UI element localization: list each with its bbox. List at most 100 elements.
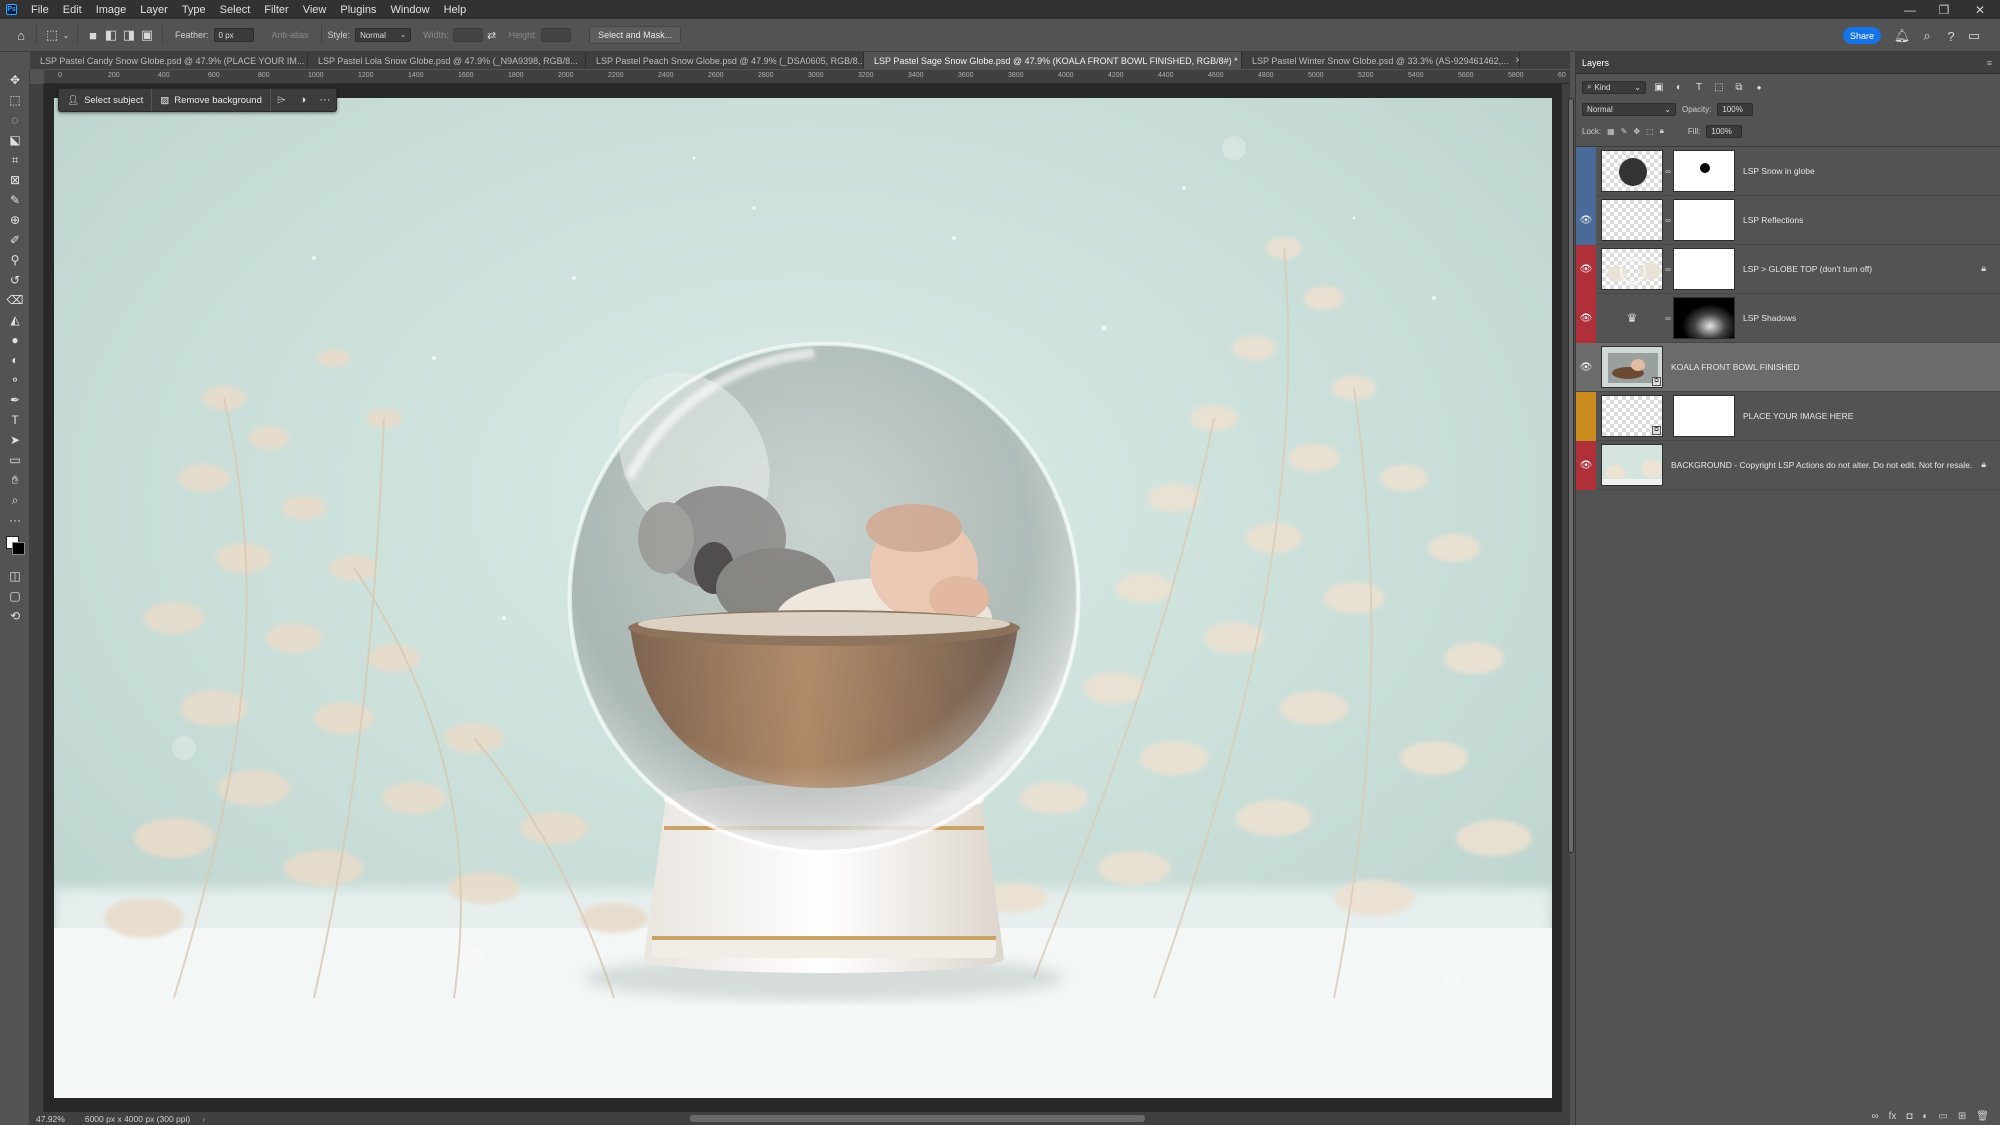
restore-icon[interactable]: ❐ — [1930, 0, 1958, 19]
document-image[interactable] — [54, 98, 1552, 1098]
type-tool-icon[interactable]: T — [0, 410, 30, 430]
visibility-toggle[interactable] — [1576, 391, 1596, 441]
layer-name[interactable]: LSP Reflections — [1743, 215, 1803, 225]
layer-row-snow-in-globe[interactable]: ∞ LSP Snow in globe — [1576, 146, 2000, 196]
trash-icon[interactable]: 🗑︎ — [1976, 1111, 1989, 1122]
smart-object-filter-icon[interactable]: ⧉ — [1732, 80, 1746, 94]
tab-winter[interactable]: LSP Pastel Winter Snow Globe.psd @ 33.3%… — [1242, 52, 1520, 69]
layer-row-shadows[interactable]: 👁︎ ♛ ∞ LSP Shadows — [1576, 293, 2000, 343]
frame-tool-icon[interactable]: ⊠ — [0, 170, 30, 190]
adjustment-filter-icon[interactable]: ◐ — [1672, 80, 1686, 94]
menu-layer[interactable]: Layer — [133, 4, 175, 16]
group-folder-icon[interactable]: ▭ — [1938, 1111, 1947, 1122]
layer-mask-thumbnail[interactable] — [1673, 395, 1735, 437]
intersect-selection-icon[interactable]: ▣ — [138, 26, 156, 44]
menu-window[interactable]: Window — [383, 4, 436, 16]
layer-mask-thumbnail[interactable] — [1673, 248, 1735, 290]
more-tools-icon[interactable]: ··· — [0, 510, 30, 530]
screen-mode-icon[interactable]: ▢ — [0, 586, 30, 606]
layer-row-background[interactable]: 👁︎ BACKGROUND - Copyright LSP Actions do… — [1576, 440, 2000, 490]
zoom-level[interactable]: 47.92% — [36, 1114, 65, 1124]
zoom-tool-icon[interactable]: ⌕ — [0, 490, 30, 510]
layer-row-globe-top[interactable]: 👁︎ ∞ LSP > GLOBE TOP (don't turn off) 🔒︎ — [1576, 244, 2000, 294]
paint-bucket-tool-icon[interactable]: ◭ — [0, 310, 30, 330]
layer-name[interactable]: PLACE YOUR IMAGE HERE — [1743, 411, 1853, 421]
lock-all-icon[interactable]: 🔒︎ — [1660, 126, 1664, 136]
document-info[interactable]: 6000 px x 4000 px (300 ppi) — [85, 1114, 190, 1124]
swap-icon[interactable]: ⇄ — [483, 26, 501, 44]
opacity-input[interactable]: 100% — [1717, 102, 1754, 116]
layer-row-place-image[interactable]: ⧉ ∞ PLACE YOUR IMAGE HERE — [1576, 391, 2000, 441]
scrollbar-thumb[interactable] — [1568, 98, 1574, 853]
marquee-tool-icon[interactable]: ⬚ — [0, 90, 30, 110]
menu-edit[interactable]: Edit — [56, 4, 89, 16]
pen-tool-icon[interactable]: ✒ — [0, 390, 30, 410]
close-icon[interactable]: ✕ — [1966, 0, 1994, 19]
blur-tool-icon[interactable]: ● — [0, 330, 30, 350]
canvas-area[interactable]: 👤︎ Select subject ▨ Remove background ⌲ ◑ … — [44, 84, 1570, 1112]
move-tool-icon[interactable]: ✥ — [0, 70, 30, 90]
menu-filter[interactable]: Filter — [257, 4, 295, 16]
select-and-mask-button[interactable]: Select and Mask... — [589, 26, 682, 44]
height-input[interactable] — [541, 28, 572, 42]
layer-row-koala-front-bowl[interactable]: 👁︎ ⧉ KOALA FRONT BOWL FINISHED — [1576, 343, 2000, 392]
bell-icon[interactable]: 🔔︎ — [1893, 27, 1911, 45]
fill-input[interactable]: 100% — [1706, 124, 1743, 138]
add-selection-icon[interactable]: ◧ — [102, 26, 120, 44]
link-icon[interactable]: ∞ — [1663, 167, 1673, 176]
visibility-toggle[interactable]: 👁︎ — [1576, 195, 1596, 245]
rectangular-marquee-icon[interactable]: ⬚ — [43, 26, 61, 44]
type-filter-icon[interactable]: T — [1692, 80, 1706, 94]
chevron-right-icon[interactable]: › — [202, 1114, 205, 1124]
layer-mask-thumbnail[interactable] — [1673, 199, 1735, 241]
lock-image-icon[interactable]: ✎ — [1621, 127, 1628, 136]
panel-menu-icon[interactable]: ≡ — [1987, 58, 1992, 68]
eraser-tool-icon[interactable]: ⌫ — [0, 290, 30, 310]
tab-lola[interactable]: LSP Pastel Lola Snow Globe.psd @ 47.9% (… — [308, 52, 586, 69]
share-button[interactable]: Share — [1843, 27, 1881, 44]
menu-image[interactable]: Image — [89, 4, 134, 16]
workspace-icon[interactable]: ▭ — [1965, 27, 1983, 45]
lock-position-icon[interactable]: ✥ — [1633, 127, 1640, 136]
eyedropper-tool-icon[interactable]: ✎ — [0, 190, 30, 210]
link-icon[interactable]: ∞ — [1663, 216, 1673, 225]
dodge-tool-icon[interactable]: ◐ — [0, 350, 30, 370]
tab-peach[interactable]: LSP Pastel Peach Snow Globe.psd @ 47.9% … — [586, 52, 864, 69]
visibility-toggle[interactable]: 👁︎ — [1576, 244, 1596, 294]
link-icon[interactable]: ∞ — [1663, 265, 1673, 274]
add-mask-icon[interactable]: ◘ — [1906, 1111, 1912, 1122]
remove-background-button[interactable]: ▨ Remove background — [151, 89, 270, 111]
help-icon[interactable]: ? — [1942, 27, 1960, 45]
healing-brush-tool-icon[interactable]: ⊕ — [0, 210, 30, 230]
path-selection-tool-icon[interactable]: ➤ — [0, 430, 30, 450]
crop-tool-icon[interactable]: ⌗ — [0, 150, 30, 170]
visibility-toggle[interactable]: 👁︎ — [1576, 343, 1596, 392]
visibility-toggle[interactable] — [1576, 146, 1596, 196]
fx-icon[interactable]: fx — [1889, 1111, 1897, 1122]
visibility-toggle[interactable]: 👁︎ — [1576, 293, 1596, 343]
hand-tool-icon[interactable]: ✋︎ — [0, 470, 30, 490]
minimize-icon[interactable]: — — [1896, 0, 1924, 19]
layer-row-reflections[interactable]: 👁︎ ∞ LSP Reflections — [1576, 195, 2000, 245]
menu-plugins[interactable]: Plugins — [333, 4, 383, 16]
sponge-tool-icon[interactable]: ⚬ — [0, 370, 30, 390]
layer-name[interactable]: LSP > GLOBE TOP (don't turn off) — [1743, 264, 1872, 274]
visibility-toggle[interactable]: 👁︎ — [1576, 440, 1596, 490]
width-input[interactable] — [452, 28, 483, 42]
lock-artboard-icon[interactable]: ⬚ — [1646, 127, 1654, 136]
link-layers-icon[interactable]: ∞ — [1871, 1111, 1878, 1122]
menu-select[interactable]: Select — [213, 4, 258, 16]
style-select[interactable]: Normal ⌄ — [355, 28, 412, 42]
home-icon[interactable]: ⌂ — [12, 26, 30, 44]
clone-stamp-tool-icon[interactable]: ⚲ — [0, 250, 30, 270]
lasso-tool-icon[interactable]: ◌ — [0, 110, 30, 130]
vertical-scrollbar[interactable] — [1562, 84, 1574, 1112]
mask-icon[interactable]: ◑ — [292, 89, 314, 111]
layer-mask-thumbnail[interactable] — [1673, 150, 1735, 192]
shape-filter-icon[interactable]: ⬚ — [1712, 80, 1726, 94]
color-swatches[interactable] — [0, 530, 29, 566]
antialias-checkbox[interactable]: Anti-alias — [272, 30, 309, 40]
object-selection-tool-icon[interactable]: ⬕ — [0, 130, 30, 150]
quick-mask-icon[interactable]: ◫ — [0, 566, 30, 586]
generative-icon[interactable]: ⟲ — [0, 606, 30, 626]
